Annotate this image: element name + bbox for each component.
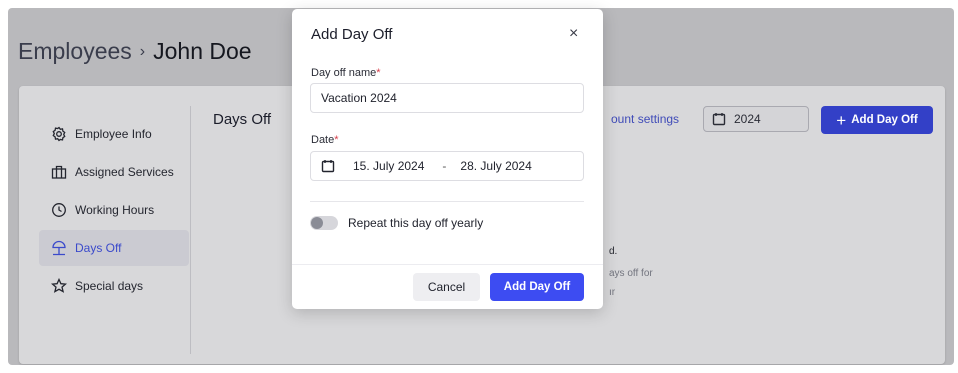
add-day-off-dialog: Add Day Off × Day off name* Vacation 202… bbox=[292, 9, 603, 309]
dialog-title: Add Day Off bbox=[311, 26, 393, 43]
plus-icon: + bbox=[836, 110, 847, 130]
services-icon bbox=[51, 164, 67, 180]
beach-umbrella-icon bbox=[51, 240, 67, 256]
breadcrumb-separator: › bbox=[139, 43, 146, 60]
empty-state-text: ır bbox=[609, 287, 616, 298]
sidebar-divider bbox=[190, 106, 191, 354]
empty-state-text: ays off for bbox=[609, 268, 653, 279]
date-label: Date* bbox=[311, 134, 339, 146]
sidebar-item-days-off[interactable]: Days Off bbox=[39, 230, 189, 266]
close-icon[interactable]: × bbox=[569, 25, 578, 43]
day-off-name-input[interactable]: Vacation 2024 bbox=[310, 83, 584, 113]
sidebar-item-assigned-services[interactable]: Assigned Services bbox=[39, 154, 189, 190]
sidebar-item-working-hours[interactable]: Working Hours bbox=[39, 192, 189, 228]
sidebar-item-label: Special days bbox=[75, 279, 144, 293]
breadcrumb-employees[interactable]: Employees bbox=[18, 38, 132, 64]
dialog-divider bbox=[310, 201, 584, 202]
date-range-picker[interactable]: 15. July 2024 - 28. July 2024 bbox=[310, 151, 584, 181]
year-value: 2024 bbox=[734, 112, 761, 126]
day-off-name-value: Vacation 2024 bbox=[321, 91, 397, 105]
required-mark: * bbox=[334, 134, 339, 146]
date-end: 28. July 2024 bbox=[460, 159, 532, 173]
day-off-name-label: Day off name* bbox=[311, 67, 381, 79]
sidebar-item-label: Employee Info bbox=[75, 127, 152, 141]
submit-add-day-off-button[interactable]: Add Day Off bbox=[490, 273, 584, 301]
date-separator: - bbox=[442, 159, 447, 173]
empty-state-title: d. bbox=[609, 246, 618, 257]
repeat-yearly-toggle[interactable] bbox=[310, 216, 338, 230]
date-start: 15. July 2024 bbox=[353, 159, 425, 173]
add-day-off-label: Add Day Off bbox=[851, 114, 918, 126]
toggle-knob bbox=[311, 217, 323, 229]
repeat-yearly-label: Repeat this day off yearly bbox=[348, 216, 484, 230]
year-picker[interactable]: 2024 bbox=[703, 106, 809, 132]
page-title: Employees › John Doe bbox=[18, 38, 252, 65]
calendar-icon bbox=[712, 112, 726, 126]
dialog-footer-divider bbox=[292, 264, 603, 265]
section-title: Days Off bbox=[213, 111, 272, 128]
breadcrumb-employee-name: John Doe bbox=[153, 38, 252, 64]
gear-icon bbox=[51, 126, 67, 142]
sidebar-item-employee-info[interactable]: Employee Info bbox=[39, 116, 189, 152]
cancel-button[interactable]: Cancel bbox=[413, 273, 480, 301]
add-day-off-button[interactable]: + Add Day Off bbox=[821, 106, 933, 134]
sidebar-item-label: Days Off bbox=[75, 241, 122, 255]
sidebar: Employee Info Assigned Services Working … bbox=[39, 116, 189, 306]
sidebar-item-special-days[interactable]: Special days bbox=[39, 268, 189, 304]
calendar-icon bbox=[321, 159, 335, 173]
clock-icon bbox=[51, 202, 67, 218]
sidebar-item-label: Working Hours bbox=[75, 203, 155, 217]
star-icon bbox=[51, 278, 67, 294]
sidebar-item-label: Assigned Services bbox=[75, 165, 174, 179]
discount-settings-link[interactable]: ount settings bbox=[611, 112, 679, 126]
required-mark: * bbox=[376, 67, 381, 79]
